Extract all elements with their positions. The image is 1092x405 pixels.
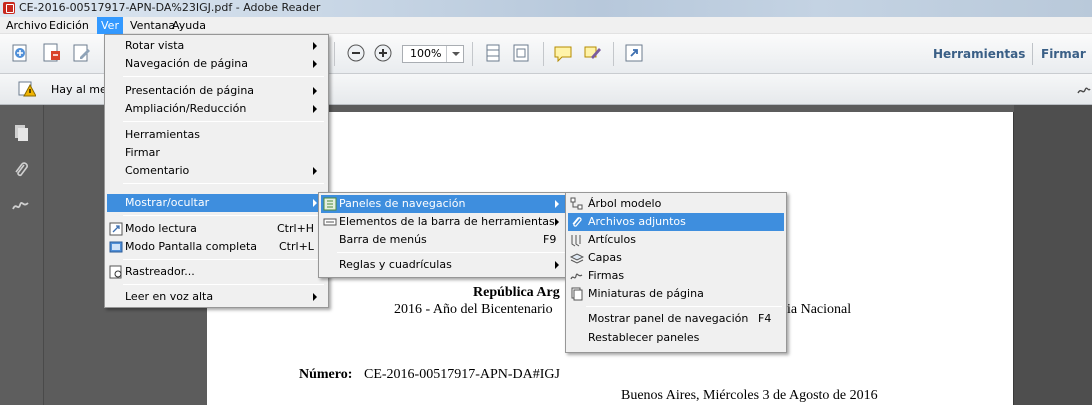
menu-item-presentacion-pagina[interactable]: Presentación de página xyxy=(107,82,326,100)
signatures-icon[interactable] xyxy=(11,195,31,215)
menu-item-rotar-vista[interactable]: Rotar vista xyxy=(107,37,326,55)
menu-item-herramientas[interactable]: Herramientas xyxy=(107,126,326,144)
read-mode-icon xyxy=(109,222,123,236)
zoom-select[interactable]: 100% xyxy=(402,45,464,63)
tracker-icon xyxy=(109,265,122,279)
menu-item-restablecer-paneles[interactable]: Restablecer paneles xyxy=(568,329,784,347)
menu-item-archivos-adjuntos[interactable]: Archivos adjuntos xyxy=(568,213,784,231)
document-right-margin xyxy=(1014,105,1092,405)
doc-numero-label: Número: xyxy=(299,367,353,382)
doc-heading: República Arg xyxy=(473,285,560,300)
menu-item-mostrar-panel[interactable]: Mostrar panel de navegación F4 xyxy=(568,310,784,328)
menu-item-paneles-navegacion[interactable]: Paneles de navegación xyxy=(321,195,567,213)
menu-item-mostrar-ocultar[interactable]: Mostrar/ocultar xyxy=(107,194,326,212)
menu-item-reglas-cuadriculas[interactable]: Reglas y cuadrículas xyxy=(321,256,567,274)
menu-item-barra-menus[interactable]: Barra de menús F9 xyxy=(321,231,567,249)
doc-date-line: Buenos Aires, Miércoles 3 de Agosto de 2… xyxy=(621,388,878,403)
menu-item-elementos-barra[interactable]: Elementos de la barra de herramientas xyxy=(321,213,567,231)
zoom-in-icon[interactable] xyxy=(371,41,395,65)
zoom-out-icon[interactable] xyxy=(344,41,368,65)
tools-button[interactable]: Herramientas xyxy=(933,47,1025,61)
articles-icon xyxy=(571,235,581,247)
toolbar-divider xyxy=(472,42,473,66)
fit-width-icon[interactable] xyxy=(481,41,505,65)
paperclip-icon xyxy=(572,217,582,227)
warning-icon xyxy=(18,81,36,97)
toolbar-items-icon xyxy=(323,218,337,226)
menu-bar: Archivo Edición Ver Ventana Ayuda xyxy=(0,17,1092,34)
menu-item-navegacion-pagina[interactable]: Navegación de página xyxy=(107,55,326,73)
export-pdf-icon[interactable] xyxy=(40,41,64,65)
page-thumbnails-icon[interactable] xyxy=(11,123,31,143)
doc-subheading-left: 2016 - Año del Bicentenario xyxy=(394,302,553,317)
toolbar-divider xyxy=(334,42,335,66)
adobe-reader-icon xyxy=(3,2,15,14)
paperclip-icon[interactable] xyxy=(11,160,31,180)
menu-item-rastreador[interactable]: Rastreador... xyxy=(107,263,326,281)
menu-item-leer-voz-alta[interactable]: Leer en voz alta xyxy=(107,288,326,306)
menu-item-firmas[interactable]: Firmas xyxy=(568,267,784,285)
menu-item-capas[interactable]: Capas xyxy=(568,249,784,267)
ver-menu: Rotar vista Navegación de página Present… xyxy=(104,34,329,308)
menu-archivo[interactable]: Archivo xyxy=(2,17,51,34)
title-bar: CE-2016-00517917-APN-DA%23IGJ.pdf - Adob… xyxy=(0,0,1092,17)
layers-icon xyxy=(570,253,584,264)
page-thumbnails-icon xyxy=(571,287,583,301)
sign-document-icon[interactable] xyxy=(1076,81,1092,97)
doc-subheading-right: ia Nacional xyxy=(787,302,852,317)
doc-numero-value: CE-2016-00517917-APN-DA#IGJ xyxy=(364,367,560,382)
comment-icon[interactable] xyxy=(551,41,575,65)
menu-item-arbol-modelo[interactable]: Árbol modelo xyxy=(568,195,784,213)
window-title: CE-2016-00517917-APN-DA%23IGJ.pdf - Adob… xyxy=(19,1,321,14)
menu-ver[interactable]: Ver xyxy=(97,17,123,34)
toolbar-divider xyxy=(613,42,614,66)
sign-button[interactable]: Firmar xyxy=(1041,47,1086,61)
menu-item-comentario[interactable]: Comentario xyxy=(107,162,326,180)
toolbar-divider xyxy=(543,42,544,66)
menu-item-pantalla-completa[interactable]: Modo Pantalla completa Ctrl+L xyxy=(107,238,326,256)
menu-edicion[interactable]: Edición xyxy=(45,17,93,34)
toolbar-divider xyxy=(1032,43,1033,65)
menu-item-articulos[interactable]: Artículos xyxy=(568,231,784,249)
chevron-down-icon[interactable] xyxy=(446,46,463,62)
menu-ayuda[interactable]: Ayuda xyxy=(168,17,210,34)
menu-item-modo-lectura[interactable]: Modo lectura Ctrl+H xyxy=(107,220,326,238)
nav-panes-icon xyxy=(323,197,337,211)
edit-pdf-icon[interactable] xyxy=(70,41,94,65)
show-hide-submenu: Paneles de navegación Elementos de la ba… xyxy=(318,192,570,278)
menu-item-firmar[interactable]: Firmar xyxy=(107,144,326,162)
model-tree-icon xyxy=(570,197,583,210)
navigation-pane xyxy=(0,105,44,405)
nav-panes-submenu: Árbol modelo Archivos adjuntos Artículos… xyxy=(565,192,787,353)
expand-icon[interactable] xyxy=(622,41,646,65)
zoom-value: 100% xyxy=(410,47,442,60)
signatures-icon xyxy=(570,273,583,280)
menu-item-ampliacion-reduccion[interactable]: Ampliación/Reducción xyxy=(107,100,326,118)
highlight-icon[interactable] xyxy=(581,41,605,65)
menu-item-miniaturas[interactable]: Miniaturas de página xyxy=(568,285,784,303)
fit-page-icon[interactable] xyxy=(509,41,533,65)
fullscreen-icon xyxy=(109,241,123,253)
create-pdf-icon[interactable] xyxy=(8,41,32,65)
